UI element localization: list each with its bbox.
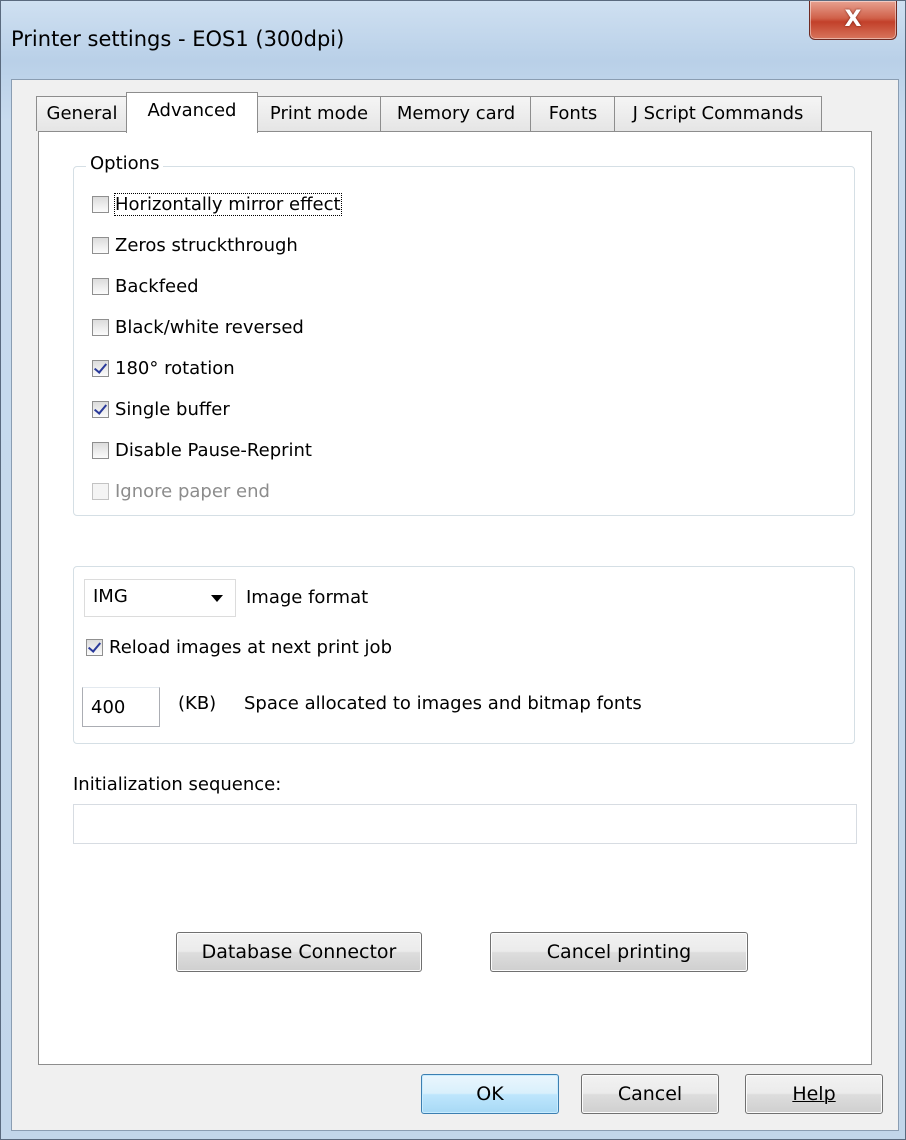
image-space-label: Space allocated to images and bitmap fon… (244, 693, 642, 714)
checkbox-label: Disable Pause-Reprint (115, 439, 312, 461)
tab-label: J Script Commands (632, 103, 804, 124)
backfeed-checkbox[interactable]: Backfeed (92, 273, 199, 299)
tab-j-script-commands[interactable]: J Script Commands (614, 96, 822, 131)
checkbox-label: Zeros struckthrough (115, 234, 298, 256)
cancel-button[interactable]: Cancel (581, 1074, 719, 1114)
reload-images-checkbox[interactable]: Reload images at next print job (86, 634, 392, 660)
images-group: IMG Image format Reload images at next p… (73, 566, 855, 744)
checkbox-box[interactable] (92, 318, 109, 336)
cancel-printing-button[interactable]: Cancel printing (490, 932, 748, 972)
checkbox-label: Black/white reversed (115, 316, 304, 338)
button-label: Help (792, 1083, 836, 1105)
checkbox-label: 180° rotation (115, 357, 235, 379)
tab-label: Fonts (548, 103, 598, 124)
tab-fonts[interactable]: Fonts (530, 96, 616, 131)
close-button[interactable]: X (809, 1, 897, 40)
zeros-struckthrough-checkbox[interactable]: Zeros struckthrough (92, 232, 298, 258)
checkbox-label: Ignore paper end (115, 480, 270, 502)
tab-memory-card[interactable]: Memory card (380, 96, 532, 131)
dialog-client-area: General Advanced Print mode Memory card … (11, 79, 899, 1131)
single-buffer-checkbox[interactable]: Single buffer (92, 396, 230, 422)
help-button[interactable]: Help (745, 1074, 883, 1114)
checkbox-box[interactable] (92, 236, 109, 254)
tab-label: Print mode (269, 103, 369, 124)
button-label: Cancel printing (546, 941, 692, 963)
checkbox-label: Reload images at next print job (109, 636, 392, 658)
image-format-value: IMG (93, 586, 128, 607)
checkbox-label: Single buffer (115, 398, 230, 420)
image-space-input[interactable]: 400 (82, 687, 160, 727)
checkbox-label: Backfeed (115, 275, 199, 297)
black-white-reversed-checkbox[interactable]: Black/white reversed (92, 314, 304, 340)
ignore-paper-end-checkbox: Ignore paper end (92, 478, 270, 504)
checkbox-box[interactable] (92, 277, 109, 295)
database-connector-button[interactable]: Database Connector (176, 932, 422, 972)
window-title: Printer settings - EOS1 (300dpi) (11, 27, 345, 51)
tab-label: Advanced (147, 100, 237, 121)
checkbox-label: Horizontally mirror effect (114, 192, 342, 216)
image-format-label: Image format (246, 587, 369, 608)
image-space-value: 400 (91, 697, 126, 718)
ok-button[interactable]: OK (421, 1074, 559, 1114)
tab-advanced[interactable]: Advanced (126, 92, 258, 133)
tab-general[interactable]: General (36, 96, 128, 131)
rotation-180-checkbox[interactable]: 180° rotation (92, 355, 235, 381)
checkbox-box[interactable] (92, 441, 109, 459)
button-label: OK (476, 1083, 504, 1105)
image-space-unit: (KB) (178, 693, 217, 714)
checkbox-box-checked[interactable] (92, 400, 109, 418)
init-sequence-input[interactable] (73, 804, 857, 844)
close-icon: X (844, 7, 862, 32)
horizontally-mirror-checkbox[interactable]: Horizontally mirror effect (92, 191, 342, 217)
image-format-select[interactable]: IMG (84, 579, 236, 617)
disable-pause-reprint-checkbox[interactable]: Disable Pause-Reprint (92, 437, 312, 463)
title-bar[interactable]: Printer settings - EOS1 (300dpi) X (1, 1, 905, 79)
advanced-tab-panel: Options Horizontally mirror effect Zeros… (38, 131, 872, 1065)
chevron-down-icon[interactable] (211, 595, 223, 602)
button-label: Database Connector (201, 941, 397, 963)
options-legend: Options (86, 153, 164, 174)
checkbox-box-disabled (92, 482, 109, 500)
dialog-window: Printer settings - EOS1 (300dpi) X Gener… (0, 0, 906, 1140)
checkbox-box-checked[interactable] (92, 359, 109, 377)
tab-label: General (46, 103, 118, 124)
options-group: Options Horizontally mirror effect Zeros… (73, 153, 855, 516)
button-label: Cancel (617, 1083, 683, 1105)
checkbox-box[interactable] (92, 195, 109, 213)
tab-print-mode[interactable]: Print mode (256, 96, 382, 131)
tab-label: Memory card (396, 103, 516, 124)
checkbox-box-checked[interactable] (86, 638, 103, 656)
init-sequence-label: Initialization sequence: (73, 774, 282, 795)
